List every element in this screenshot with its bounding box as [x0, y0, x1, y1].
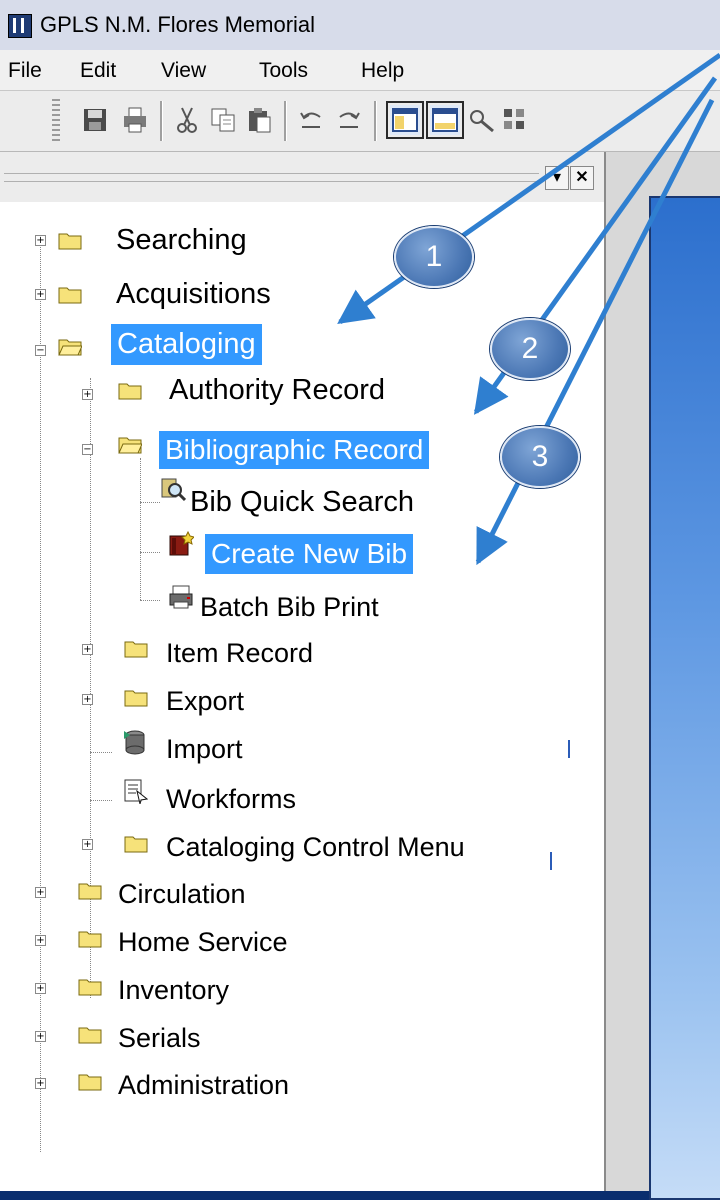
collapse-icon[interactable]: − [35, 345, 46, 356]
folder-icon [58, 230, 82, 250]
open-folder-icon [58, 336, 82, 356]
tree-connector [140, 458, 141, 600]
folder-icon [78, 1071, 102, 1091]
app-window: GPLS N.M. Flores Memorial File Edit View… [0, 0, 720, 1200]
folder-icon [124, 638, 148, 658]
tree-item-authority-record[interactable]: Authority Record [166, 374, 388, 407]
tree-item-inventory[interactable]: Inventory [115, 975, 232, 1006]
tree-item-serials[interactable]: Serials [115, 1023, 204, 1054]
expand-icon[interactable]: + [35, 289, 46, 300]
navigation-panel: ▾ ✕ + Searching + Acquisitions − Catalog… [0, 152, 606, 1191]
expand-icon[interactable]: + [82, 694, 93, 705]
menu-file[interactable]: File [8, 59, 42, 83]
folder-icon [58, 284, 82, 304]
tree-item-workforms[interactable]: Workforms [163, 784, 299, 815]
toolbar-separator [374, 101, 377, 141]
menu-view[interactable]: View [161, 59, 206, 83]
expand-icon[interactable]: + [35, 1078, 46, 1089]
toolbar-separator [284, 101, 287, 141]
tree-item-bib-quick-search[interactable]: Bib Quick Search [187, 486, 417, 519]
panel-header: ▾ ✕ [0, 152, 604, 202]
tree-connector [140, 552, 160, 553]
panel-close-button[interactable]: ✕ [570, 166, 594, 190]
dock-panel-icon[interactable] [426, 101, 464, 139]
database-import-icon [122, 729, 148, 755]
tree-item-bibliographic-record[interactable]: Bibliographic Record [159, 431, 430, 469]
tree-item-cataloging-control-menu[interactable]: Cataloging Control Menu [163, 832, 468, 863]
app-logo-icon [8, 14, 32, 38]
folder-icon [78, 976, 102, 996]
tree-connector [140, 600, 160, 601]
folder-icon [118, 380, 142, 400]
tree-item-create-new-bib[interactable]: Create New Bib [205, 534, 414, 574]
folder-icon [78, 1024, 102, 1044]
form-icon [122, 778, 148, 804]
toolbar-separator [160, 101, 163, 141]
magnifier-icon [160, 477, 186, 503]
folder-icon [124, 833, 148, 853]
undo-icon[interactable] [296, 105, 326, 135]
menu-tools[interactable]: Tools [259, 59, 308, 83]
tree-item-home-service[interactable]: Home Service [115, 927, 291, 958]
cursor-mark [568, 740, 570, 758]
panel-grip[interactable] [4, 173, 539, 182]
tree-item-searching[interactable]: Searching [113, 224, 250, 257]
tree-connector [40, 240, 41, 1152]
copy-icon[interactable] [208, 105, 238, 135]
save-icon[interactable] [80, 105, 110, 135]
expand-icon[interactable]: + [35, 887, 46, 898]
tree-item-batch-bib-print[interactable]: Batch Bib Print [197, 592, 382, 623]
new-book-icon [168, 530, 194, 556]
folder-icon [78, 880, 102, 900]
tree-item-item-record[interactable]: Item Record [163, 638, 316, 669]
expand-icon[interactable]: + [82, 839, 93, 850]
folder-icon [78, 928, 102, 948]
tree-item-circulation[interactable]: Circulation [115, 879, 249, 910]
tree-connector [90, 378, 91, 998]
tree-item-acquisitions[interactable]: Acquisitions [113, 278, 274, 311]
workspace-area [649, 196, 720, 1200]
expand-icon[interactable]: + [35, 935, 46, 946]
title-bar: GPLS N.M. Flores Memorial [0, 0, 720, 51]
menu-help[interactable]: Help [361, 59, 404, 83]
cursor-mark [550, 852, 552, 870]
tree-connector [90, 800, 112, 801]
open-folder-icon [118, 434, 142, 454]
callout-badge-1: 1 [394, 226, 474, 288]
print-icon[interactable] [120, 105, 150, 135]
expand-icon[interactable]: + [82, 389, 93, 400]
cut-icon[interactable] [172, 105, 202, 135]
toolbar [0, 91, 720, 152]
tree-item-import[interactable]: Import [163, 734, 246, 765]
printer-icon [168, 584, 194, 610]
tree-connector [90, 752, 112, 753]
callout-badge-3: 3 [500, 426, 580, 488]
expand-icon[interactable]: + [35, 235, 46, 246]
panel-menu-button[interactable]: ▾ [545, 166, 569, 190]
grid-icon[interactable] [500, 105, 530, 135]
folder-icon [124, 687, 148, 707]
expand-icon[interactable]: + [82, 644, 93, 655]
expand-icon[interactable]: + [35, 983, 46, 994]
tree-connector [140, 502, 160, 503]
tree-item-administration[interactable]: Administration [115, 1070, 292, 1101]
workspace-frame [606, 152, 720, 1200]
menu-bar: File Edit View Tools Help [0, 50, 720, 91]
tool-icon[interactable] [467, 105, 497, 135]
callout-badge-2: 2 [490, 318, 570, 380]
tree-item-export[interactable]: Export [163, 686, 247, 717]
tree-item-cataloging[interactable]: Cataloging [111, 324, 262, 365]
collapse-icon[interactable]: − [82, 444, 93, 455]
expand-icon[interactable]: + [35, 1031, 46, 1042]
toggle-panel-icon[interactable] [386, 101, 424, 139]
window-title: GPLS N.M. Flores Memorial [40, 12, 316, 37]
paste-icon[interactable] [244, 105, 274, 135]
toolbar-grip[interactable] [52, 99, 60, 143]
menu-edit[interactable]: Edit [80, 59, 116, 83]
redo-icon[interactable] [334, 105, 364, 135]
